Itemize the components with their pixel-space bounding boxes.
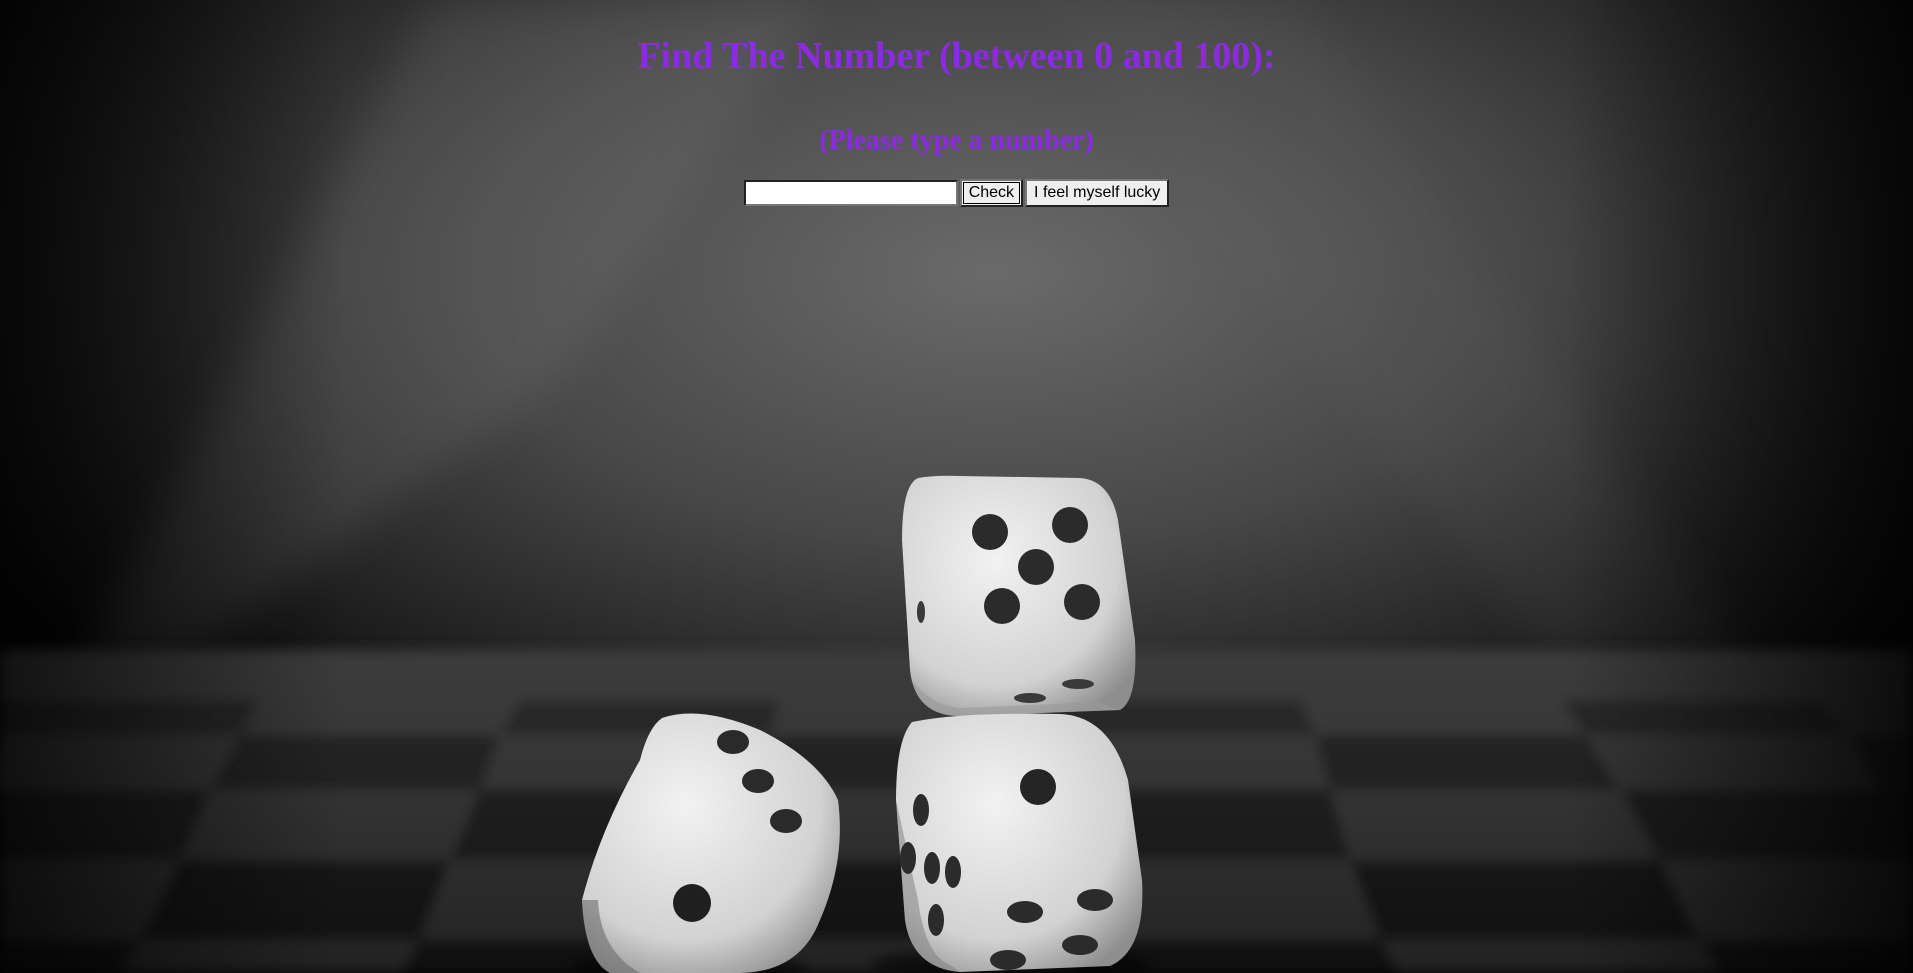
guess-form: Check I feel myself lucky <box>0 179 1913 207</box>
page-title: Find The Number (between 0 and 100): <box>637 35 1276 77</box>
instruction-text: (Please type a number) <box>819 125 1094 156</box>
game-panel: Find The Number (between 0 and 100): (Pl… <box>0 0 1913 207</box>
number-input[interactable] <box>743 180 958 206</box>
lucky-button[interactable]: I feel myself lucky <box>1025 179 1170 207</box>
check-button[interactable]: Check <box>959 179 1024 207</box>
top-die <box>902 475 1136 716</box>
right-die <box>896 713 1143 972</box>
